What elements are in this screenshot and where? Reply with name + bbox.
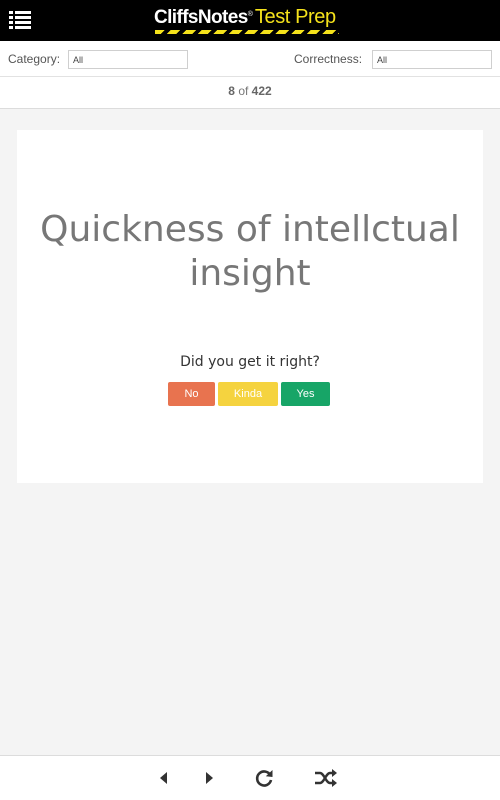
counter-total: 422 <box>251 84 272 98</box>
filter-bar: Category: All Correctness: All <box>0 41 500 77</box>
brand-secondary: Test Prep <box>254 6 336 28</box>
category-select[interactable]: All <box>68 50 188 69</box>
correctness-select[interactable]: All <box>372 50 492 69</box>
flashcard[interactable]: Quickness of intellctual insight Did you… <box>17 130 483 483</box>
next-triangle-icon[interactable] <box>203 770 215 790</box>
card-counter: 8 of 422 <box>0 77 500 109</box>
self-assessment-prompt: Did you get it right? <box>180 354 320 370</box>
previous-triangle-icon[interactable] <box>158 770 170 790</box>
category-label: Category: <box>8 52 61 66</box>
refresh-icon[interactable] <box>253 767 275 793</box>
list-menu-icon[interactable] <box>9 10 31 30</box>
flashcard-term: Quickness of intellctual insight <box>40 209 460 294</box>
brand-primary: CliffsNotes <box>154 7 248 28</box>
no-button[interactable]: No <box>168 382 215 406</box>
correctness-label: Correctness: <box>294 52 363 66</box>
app-header: CliffsNotes® Test Prep <box>0 0 500 41</box>
kinda-button[interactable]: Kinda <box>218 382 278 406</box>
counter-current: 8 <box>228 84 235 98</box>
shuffle-icon[interactable] <box>314 768 338 792</box>
counter-separator: of <box>238 84 249 98</box>
brand-registered-mark: ® <box>247 11 253 18</box>
brand-logo: CliffsNotes® Test Prep <box>154 3 344 37</box>
bottom-nav <box>0 755 500 800</box>
yes-button[interactable]: Yes <box>281 382 330 406</box>
brand-stripe <box>155 30 339 34</box>
